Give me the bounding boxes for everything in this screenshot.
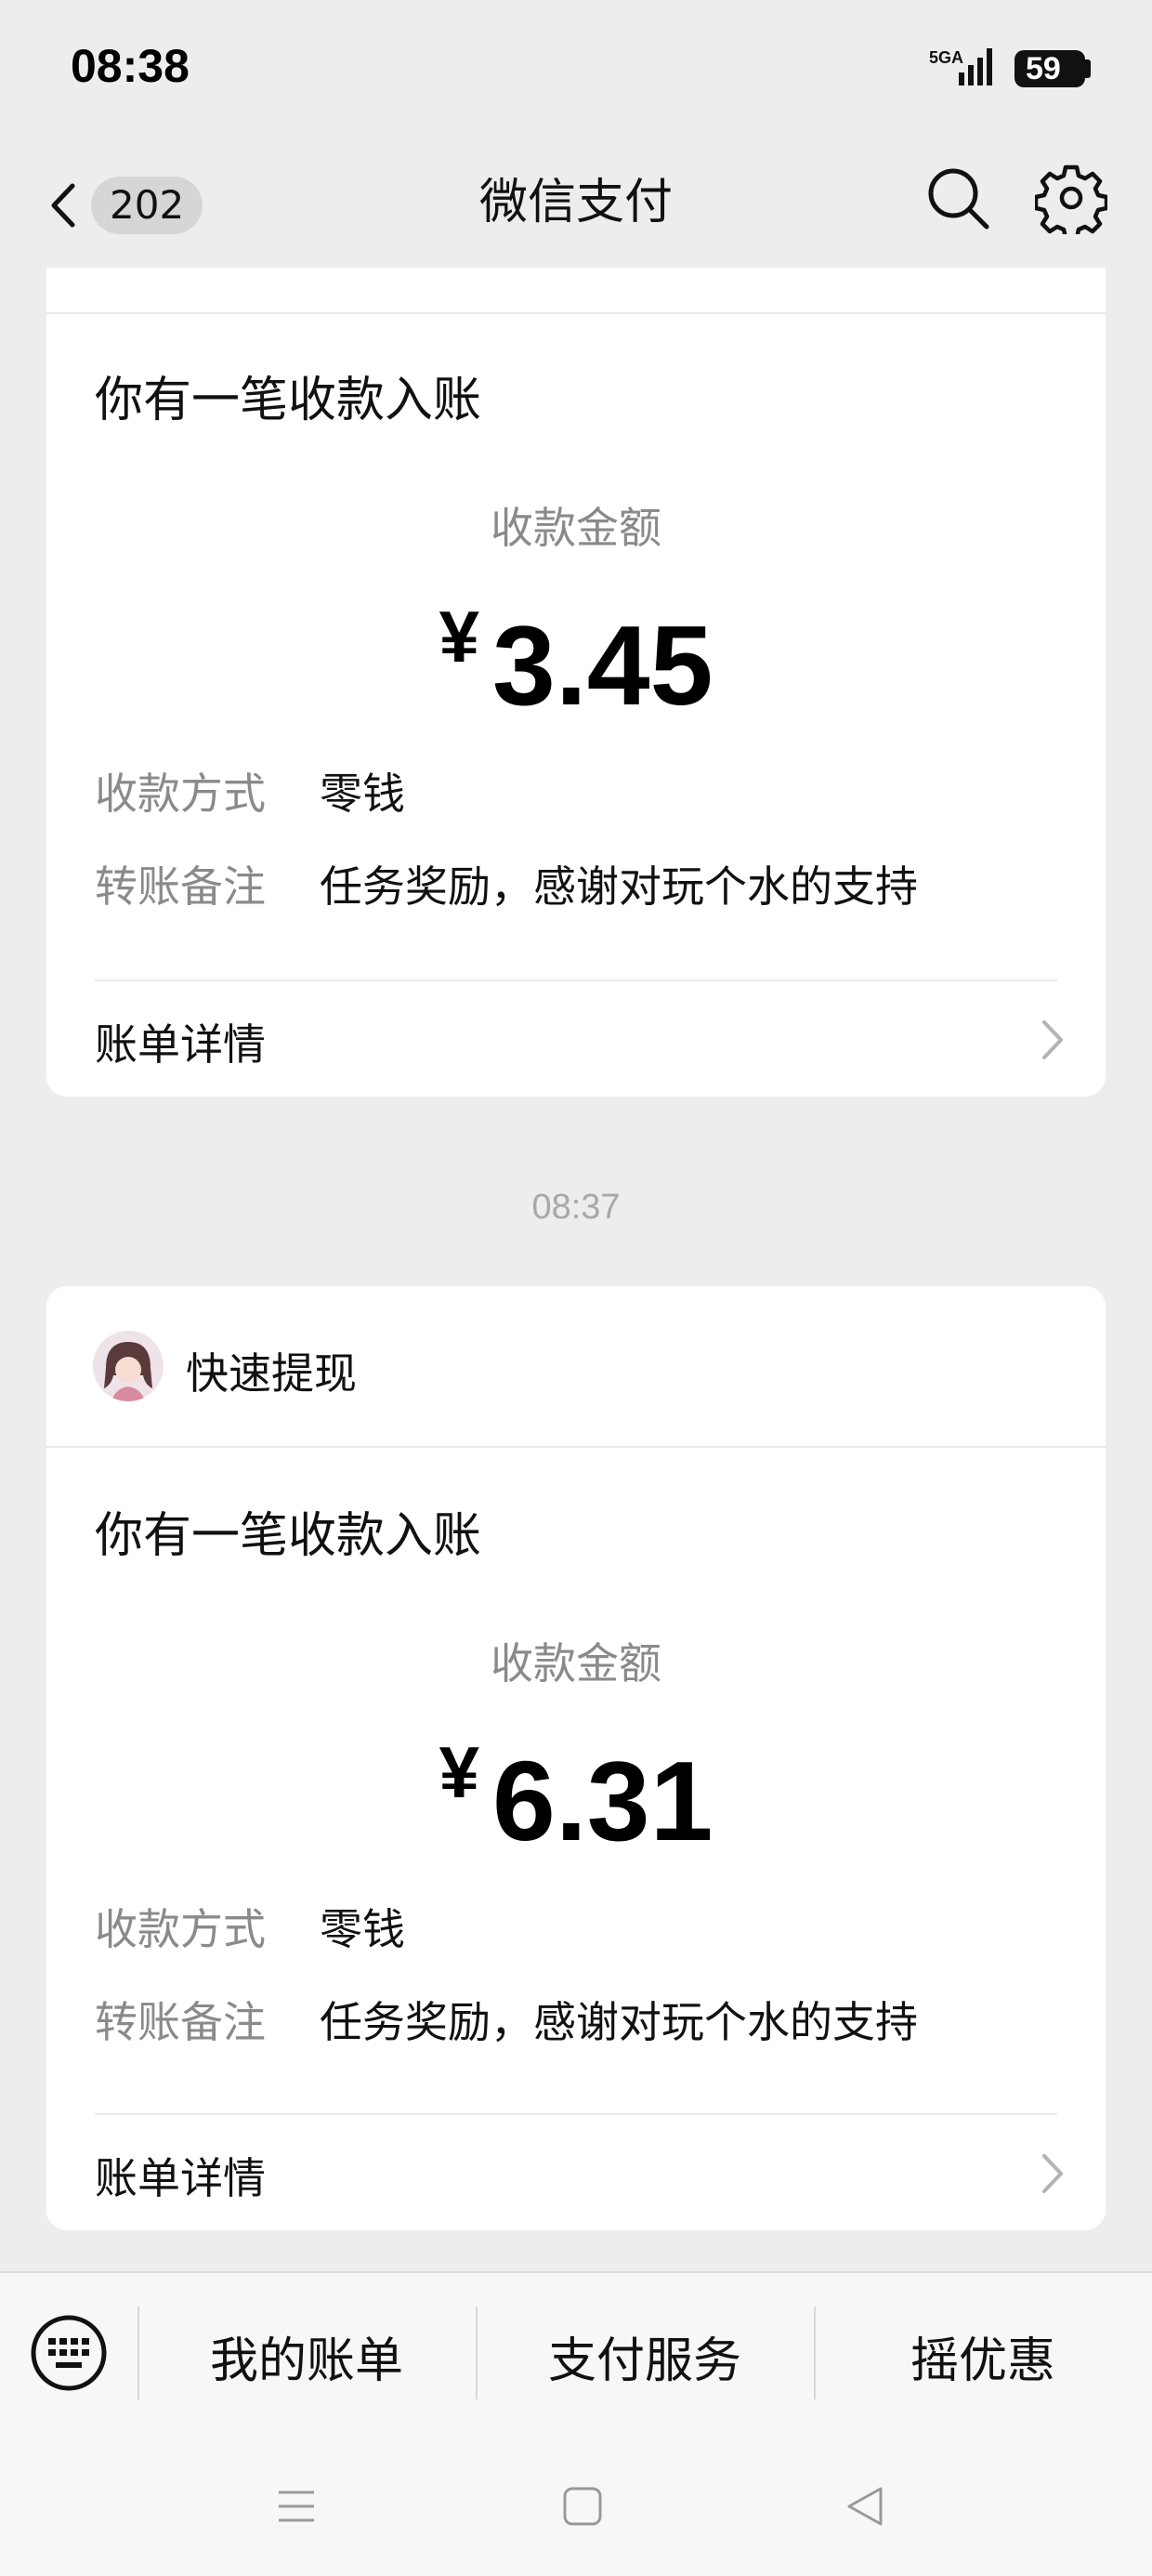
battery-tip <box>1085 59 1091 78</box>
menu-shake-deals[interactable]: 摇优惠 <box>816 2321 1150 2391</box>
method-value: 零钱 <box>320 1904 405 1954</box>
card-app-header[interactable]: 快速提现 <box>46 1286 1106 1446</box>
payment-card[interactable]: 快速提现 你有一笔收款入账 收款金额 ¥6.31 收款方式 零钱 转账备注 任务… <box>46 1286 1106 2230</box>
menu-payment-services[interactable]: 支付服务 <box>478 2321 812 2391</box>
card-header-divider <box>46 312 1106 314</box>
app-name: 快速提现 <box>186 1348 357 1399</box>
chevron-right-icon <box>1042 1020 1063 1059</box>
bill-detail-link[interactable]: 账单详情 <box>95 2145 266 2206</box>
method-label: 收款方式 <box>95 769 266 819</box>
divider <box>95 979 1057 981</box>
back-triangle-icon[interactable] <box>842 2483 888 2530</box>
amount: ¥6.31 <box>46 1730 1106 1866</box>
message-timestamp: 08:37 <box>531 1188 621 1227</box>
method-label: 收款方式 <box>95 1904 266 1954</box>
payment-card[interactable]: 你有一笔收款入账 收款金额 ¥3.45 收款方式 零钱 转账备注 任务奖励，感谢… <box>46 268 1106 1097</box>
network-label: 5GA <box>929 48 963 67</box>
card-title: 你有一笔收款入账 <box>95 373 482 428</box>
home-icon[interactable] <box>559 2483 606 2530</box>
bottom-menu: 我的账单 支付服务 摇优惠 <box>0 2271 1152 2438</box>
amount-value: 3.45 <box>491 602 713 729</box>
nav-bar: 202 微信支付 <box>0 139 1152 268</box>
card-header-divider <box>46 1446 1106 1448</box>
status-bar: 08:38 5GA 59 <box>0 0 1152 139</box>
card-title: 你有一笔收款入账 <box>95 1508 482 1564</box>
amount-caption: 收款金额 <box>491 503 661 553</box>
divider <box>95 2113 1057 2115</box>
note-label: 转账备注 <box>95 861 266 912</box>
gear-icon[interactable] <box>1035 162 1107 234</box>
amount-value: 6.31 <box>491 1738 713 1864</box>
bill-detail-link[interactable]: 账单详情 <box>95 1011 266 1072</box>
currency-symbol: ¥ <box>439 596 479 677</box>
currency-symbol: ¥ <box>439 1731 479 1813</box>
signal-icon: 5GA <box>929 48 992 85</box>
system-nav-bar <box>0 2438 1152 2576</box>
note-value: 任务奖励，感谢对玩个水的支持 <box>320 861 918 912</box>
status-time: 08:38 <box>71 40 190 92</box>
note-value: 任务奖励，感谢对玩个水的支持 <box>320 1997 918 2047</box>
menu-my-bills[interactable]: 我的账单 <box>139 2321 474 2391</box>
battery-indicator: 59 <box>1015 50 1085 87</box>
method-value: 零钱 <box>320 769 405 819</box>
app-avatar <box>93 1331 164 1401</box>
note-label: 转账备注 <box>95 1997 266 2047</box>
search-icon[interactable] <box>923 164 992 232</box>
amount: ¥3.45 <box>46 595 1106 730</box>
menu-icon[interactable] <box>273 2483 320 2530</box>
chevron-right-icon <box>1042 2154 1063 2193</box>
keyboard-icon[interactable] <box>30 2314 108 2392</box>
amount-caption: 收款金额 <box>491 1638 661 1689</box>
